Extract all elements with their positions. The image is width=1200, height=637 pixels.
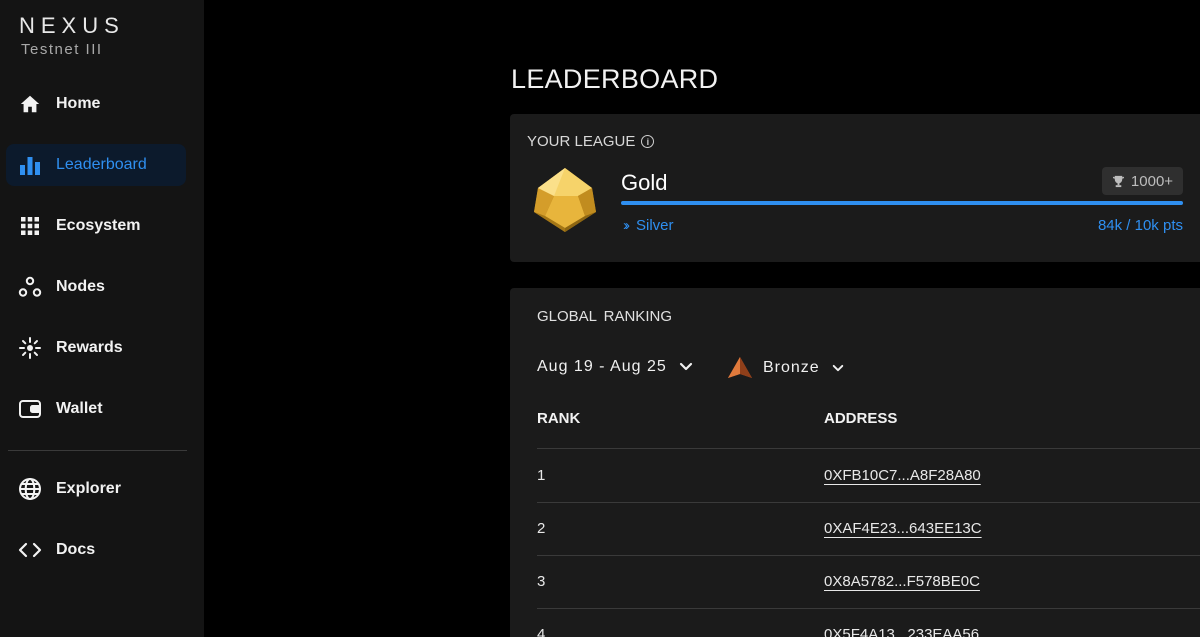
sidebar-item-explorer[interactable]: Explorer bbox=[6, 468, 186, 510]
league-points: 84k / 10k pts bbox=[1097, 217, 1183, 234]
sidebar-item-label: Leaderboard bbox=[56, 156, 147, 173]
sidebar-item-rewards[interactable]: Rewards bbox=[6, 327, 186, 369]
brand-subtitle: Testnet III bbox=[21, 41, 103, 58]
rank-cell: 2 bbox=[537, 520, 546, 537]
sidebar-item-ecosystem[interactable]: Ecosystem bbox=[6, 205, 186, 247]
next-league-link[interactable]: ›› Silver bbox=[623, 217, 674, 234]
nodes-icon bbox=[17, 274, 43, 300]
column-header-rank: RANK bbox=[537, 410, 581, 427]
sidebar: NEXUS Testnet III Home Leaderboard Ecosy… bbox=[0, 0, 204, 637]
sidebar-item-wallet[interactable]: Wallet bbox=[6, 388, 186, 430]
home-icon bbox=[17, 91, 43, 117]
global-ranking-card: GLOBAL RANKING Aug 19 - Aug 25 Bronze RA… bbox=[510, 288, 1200, 637]
wallet-icon bbox=[17, 396, 43, 422]
next-league-label: Silver bbox=[636, 217, 674, 234]
table-row: 1 0XFB10C7...A8F28A80 bbox=[510, 449, 1200, 502]
page-title: LEADERBOARD bbox=[511, 64, 719, 94]
address-link[interactable]: 0XFB10C7...A8F28A80 bbox=[824, 467, 981, 484]
gold-league-gem-icon bbox=[530, 166, 600, 239]
table-row: 2 0XAF4E23...643EE13C bbox=[510, 502, 1200, 555]
rank-cell: 4 bbox=[537, 626, 546, 637]
trophy-count: 1000+ bbox=[1130, 172, 1174, 190]
sidebar-item-home[interactable]: Home bbox=[6, 83, 186, 125]
brand-name: NEXUS bbox=[19, 13, 125, 38]
league-progress-bar bbox=[621, 201, 1183, 205]
address-link[interactable]: 0XAF4E23...643EE13C bbox=[824, 520, 982, 537]
address-link[interactable]: 0X8A5782...F578BE0C bbox=[824, 573, 980, 590]
league-filter-value: Bronze bbox=[763, 359, 820, 376]
league-filter-select[interactable]: Bronze bbox=[727, 356, 844, 380]
chevron-down-icon bbox=[679, 362, 692, 371]
ranking-title: GLOBAL RANKING bbox=[537, 308, 672, 325]
league-progress-fill bbox=[621, 201, 1183, 205]
column-header-address: ADDRESS bbox=[824, 410, 898, 427]
address-link[interactable]: 0X5F4A13...233EAA56 bbox=[824, 626, 979, 637]
league-heading: YOUR LEAGUE i bbox=[527, 133, 655, 150]
sidebar-item-label: Home bbox=[56, 95, 101, 112]
sidebar-divider bbox=[8, 450, 187, 451]
double-chevron-right-icon: ›› bbox=[623, 217, 630, 234]
code-icon bbox=[17, 537, 43, 563]
rank-cell: 1 bbox=[537, 467, 546, 484]
rank-cell: 3 bbox=[537, 573, 546, 590]
sidebar-item-label: Rewards bbox=[56, 339, 123, 356]
sidebar-item-label: Nodes bbox=[56, 278, 105, 295]
date-range-select[interactable]: Aug 19 - Aug 25 bbox=[537, 358, 693, 376]
trophy-badge: 1000+ bbox=[1102, 167, 1183, 195]
league-name: Gold bbox=[621, 170, 668, 195]
sidebar-item-nodes[interactable]: Nodes bbox=[6, 266, 186, 308]
sidebar-item-label: Docs bbox=[56, 541, 96, 558]
sidebar-item-docs[interactable]: Docs bbox=[6, 529, 186, 571]
brand[interactable]: NEXUS Testnet III bbox=[19, 13, 125, 58]
trophy-icon bbox=[1112, 175, 1124, 187]
globe-icon bbox=[17, 476, 43, 502]
chevron-down-icon bbox=[832, 364, 843, 371]
grid-icon bbox=[17, 213, 43, 239]
date-range-value: Aug 19 - Aug 25 bbox=[537, 358, 667, 375]
league-heading-text: YOUR LEAGUE bbox=[527, 133, 636, 150]
bar-chart-icon bbox=[17, 152, 43, 178]
sidebar-item-label: Explorer bbox=[56, 480, 121, 497]
info-icon[interactable]: i bbox=[641, 135, 655, 148]
sidebar-item-label: Ecosystem bbox=[56, 217, 141, 234]
sidebar-item-label: Wallet bbox=[56, 400, 103, 417]
league-card: YOUR LEAGUE i Gold 1000+ ›› Silver 84k /… bbox=[510, 114, 1200, 262]
sparkle-icon bbox=[17, 335, 43, 361]
table-row: 4 0X5F4A13...233EAA56 bbox=[510, 608, 1200, 637]
table-row: 3 0X8A5782...F578BE0C bbox=[510, 555, 1200, 608]
sidebar-item-leaderboard[interactable]: Leaderboard bbox=[6, 144, 186, 186]
bronze-league-icon bbox=[728, 357, 752, 378]
